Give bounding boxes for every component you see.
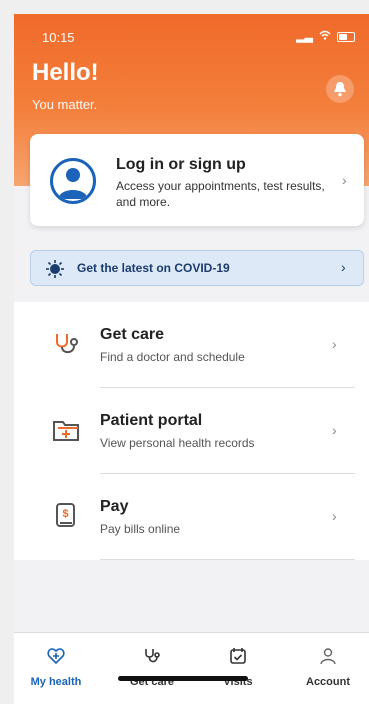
stethoscope-icon (145, 649, 160, 663)
chevron-right-icon: › (341, 259, 346, 275)
menu-list: Get care Find a doctor and schedule › Pa… (14, 302, 369, 560)
tab-bar: My health Get care Visits Account (14, 632, 369, 704)
menu-item-subtitle: View personal health records (100, 436, 255, 450)
chevron-right-icon: › (332, 508, 337, 524)
status-time: 10:15 (42, 30, 75, 45)
virus-icon (46, 260, 64, 278)
home-indicator (118, 676, 248, 681)
divider (100, 559, 355, 560)
tab-visits[interactable]: Visits (198, 633, 278, 693)
menu-item-pay[interactable]: $ Pay Pay bills online › (14, 474, 369, 560)
tab-get-care[interactable]: Get care (112, 633, 192, 693)
menu-item-subtitle: Pay bills online (100, 522, 181, 536)
login-title: Log in or sign up (116, 156, 246, 173)
stethoscope-icon (56, 334, 78, 354)
left-gutter (0, 0, 14, 704)
person-icon (320, 648, 336, 665)
avatar-icon (50, 158, 96, 204)
tab-account[interactable]: Account (288, 633, 368, 693)
login-subtitle: Access your appointments, test results, … (116, 179, 325, 209)
menu-item-get-care[interactable]: Get care Find a doctor and schedule › (14, 302, 369, 388)
chevron-right-icon: › (332, 336, 337, 352)
covid-banner[interactable]: Get the latest on COVID-19 › (30, 250, 364, 286)
tab-label: My health (30, 676, 82, 688)
heart-plus-icon (47, 648, 65, 665)
battery-icon (337, 31, 355, 42)
menu-item-subtitle: Find a doctor and schedule (100, 350, 245, 364)
login-card[interactable]: Log in or sign up Access your appointmen… (30, 134, 364, 226)
menu-item-title: Get care (100, 326, 165, 343)
folder-plus-icon (53, 421, 79, 441)
menu-item-title: Pay (100, 498, 129, 515)
signal-icon: ▂▃ (296, 31, 313, 43)
greeting-title: Hello! (32, 59, 99, 86)
calendar-check-icon (230, 648, 246, 664)
menu-item-patient-portal[interactable]: Patient portal View personal health reco… (14, 388, 369, 474)
svg-text:$: $ (62, 508, 68, 520)
menu-item-title: Patient portal (100, 412, 203, 429)
greeting-tagline: You matter. (32, 97, 98, 112)
chevron-right-icon: › (342, 172, 347, 188)
chevron-right-icon: › (332, 422, 337, 438)
status-icons: ▂▃ (296, 30, 355, 43)
bill-icon: $ (56, 503, 75, 527)
notifications-bell-icon[interactable] (326, 75, 354, 103)
covid-banner-text: Get the latest on COVID-19 (77, 261, 230, 275)
tab-my-health[interactable]: My health (16, 633, 96, 693)
app-frame: 10:15 ▂▃ Hello! You matter. Log in or si… (14, 14, 369, 704)
tab-label: Account (306, 676, 350, 688)
wifi-icon (319, 30, 331, 43)
top-gutter (0, 0, 369, 14)
